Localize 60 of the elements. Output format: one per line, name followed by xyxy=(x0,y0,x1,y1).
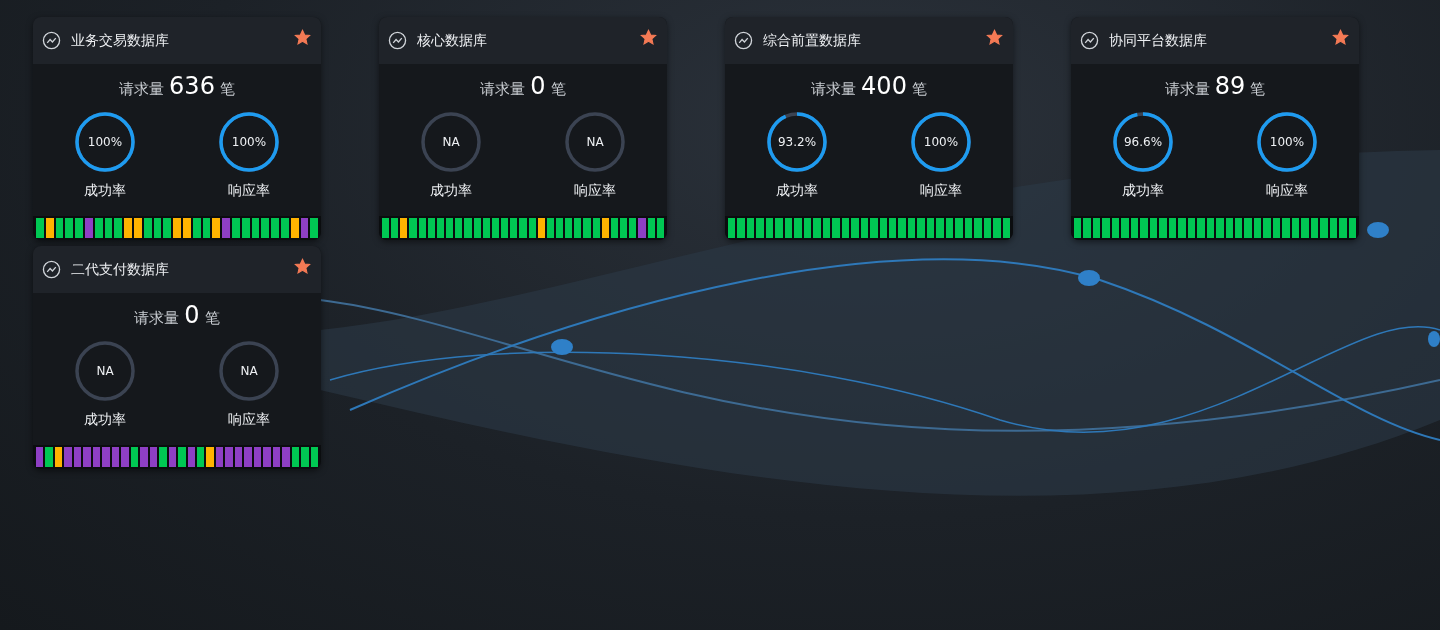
gauge-value: NA xyxy=(442,135,460,149)
request-unit: 笔 xyxy=(550,80,566,99)
gauge-label: 响应率 xyxy=(1266,182,1308,200)
gauge-value: NA xyxy=(240,364,258,378)
request-count: 89 xyxy=(1214,72,1246,100)
ring-gauge xyxy=(419,110,483,174)
ring-gauge xyxy=(217,339,281,403)
card-title: 核心数据库 xyxy=(417,31,488,50)
gauge-label: 响应率 xyxy=(920,182,962,200)
gauge-value: 100% xyxy=(87,135,123,149)
star-icon[interactable] xyxy=(294,258,311,275)
request-count: 0 xyxy=(184,301,200,329)
request-label: 请求量 xyxy=(480,80,526,99)
card-title: 协同平台数据库 xyxy=(1109,31,1208,50)
request-label: 请求量 xyxy=(811,80,857,99)
gauge-value: 93.2% xyxy=(777,135,817,149)
card-title: 综合前置数据库 xyxy=(763,31,862,50)
gauge-label: 响应率 xyxy=(228,182,270,200)
gauge-value: NA xyxy=(96,364,114,378)
request-unit: 笔 xyxy=(204,309,220,328)
ring-gauge xyxy=(73,110,137,174)
gauge-label: 成功率 xyxy=(430,182,472,200)
trend-chart-icon xyxy=(1080,31,1099,50)
request-count: 636 xyxy=(169,72,215,100)
request-label: 请求量 xyxy=(134,309,180,328)
request-label: 请求量 xyxy=(1164,80,1210,99)
ring-gauge xyxy=(1111,110,1175,174)
gauge-label: 成功率 xyxy=(776,182,818,200)
ring-gauge xyxy=(909,110,973,174)
request-unit: 笔 xyxy=(1250,80,1266,99)
card-title: 业务交易数据库 xyxy=(71,31,170,50)
trend-chart-icon xyxy=(42,260,61,279)
request-unit: 笔 xyxy=(911,80,927,99)
gauge-label: 成功率 xyxy=(84,411,126,429)
star-icon[interactable] xyxy=(640,29,657,46)
ring-gauge xyxy=(765,110,829,174)
request-count: 0 xyxy=(530,72,546,100)
gauge-value: 96.6% xyxy=(1123,135,1163,149)
ring-gauge xyxy=(73,339,137,403)
ring-gauge xyxy=(217,110,281,174)
ring-gauge xyxy=(1255,110,1319,174)
request-count: 400 xyxy=(861,72,907,100)
ring-gauge xyxy=(563,110,627,174)
gauge-label: 响应率 xyxy=(228,411,270,429)
request-label: 请求量 xyxy=(119,80,165,99)
trend-chart-icon xyxy=(734,31,753,50)
gauge-value: 100% xyxy=(231,135,267,149)
trend-chart-icon xyxy=(388,31,407,50)
gauge-label: 成功率 xyxy=(84,182,126,200)
star-icon[interactable] xyxy=(986,29,1003,46)
star-icon[interactable] xyxy=(1332,29,1349,46)
gauge-value: 100% xyxy=(1269,135,1305,149)
request-unit: 笔 xyxy=(219,80,235,99)
star-icon[interactable] xyxy=(294,29,311,46)
trend-chart-icon xyxy=(42,31,61,50)
gauge-value: NA xyxy=(586,135,604,149)
gauge-value: 100% xyxy=(923,135,959,149)
card-title: 二代支付数据库 xyxy=(71,260,170,279)
gauge-label: 响应率 xyxy=(574,182,616,200)
gauge-label: 成功率 xyxy=(1122,182,1164,200)
